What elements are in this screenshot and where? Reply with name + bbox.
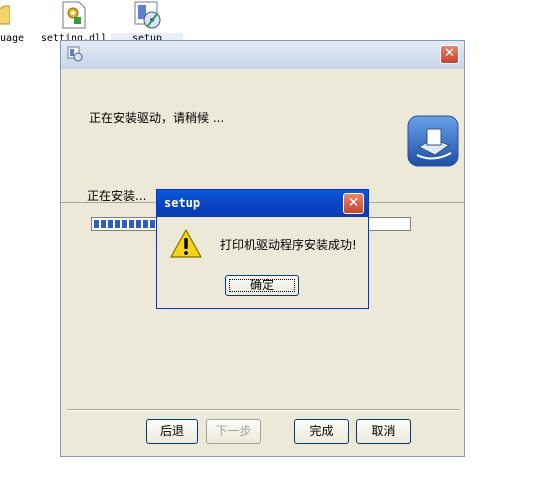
desktop-icon-setup[interactable]: setup — [111, 0, 183, 44]
message-box-titlebar[interactable]: setup ✕ — [157, 190, 368, 217]
next-button[interactable]: 下一步 — [206, 419, 261, 444]
message-text: 打印机驱动程序安装成功! — [220, 238, 357, 252]
dll-file-icon — [62, 1, 86, 29]
installer-header-text: 正在安装驱动，请稍候 ... — [89, 111, 225, 125]
progress-segment — [122, 220, 127, 228]
back-button[interactable]: 后退 — [146, 419, 198, 444]
folder-icon — [0, 5, 10, 25]
installer-header: 正在安装驱动，请稍候 ... — [61, 69, 464, 203]
progress-segment — [150, 220, 155, 228]
setup-program-icon — [134, 1, 161, 29]
install-status-text: 正在安装... — [87, 189, 147, 203]
printer-logo-icon — [407, 115, 459, 167]
setup-app-icon — [67, 46, 83, 62]
finish-button[interactable]: 完成 — [294, 419, 349, 444]
message-box: setup ✕ 打印机驱动程序安装成功! 确定 — [156, 189, 369, 309]
progress-segment — [129, 220, 134, 228]
focus-rectangle — [229, 279, 295, 292]
progress-segment — [115, 220, 120, 228]
installer-close-button[interactable]: ✕ — [440, 45, 459, 64]
progress-segment — [94, 220, 99, 228]
cancel-button[interactable]: 取消 — [356, 419, 411, 444]
message-box-title: setup — [164, 196, 201, 210]
message-box-close-button[interactable]: ✕ — [343, 193, 364, 214]
desktop-icon-setting-dll[interactable]: setting.dll — [38, 0, 110, 44]
progress-segment — [108, 220, 113, 228]
progress-segment — [136, 220, 141, 228]
progress-segment — [101, 220, 106, 228]
button-separator — [67, 409, 460, 411]
ok-button[interactable]: 确定 — [225, 275, 299, 296]
progress-segment — [143, 220, 148, 228]
warning-icon — [170, 229, 202, 258]
installer-titlebar[interactable]: ✕ — [61, 41, 464, 69]
